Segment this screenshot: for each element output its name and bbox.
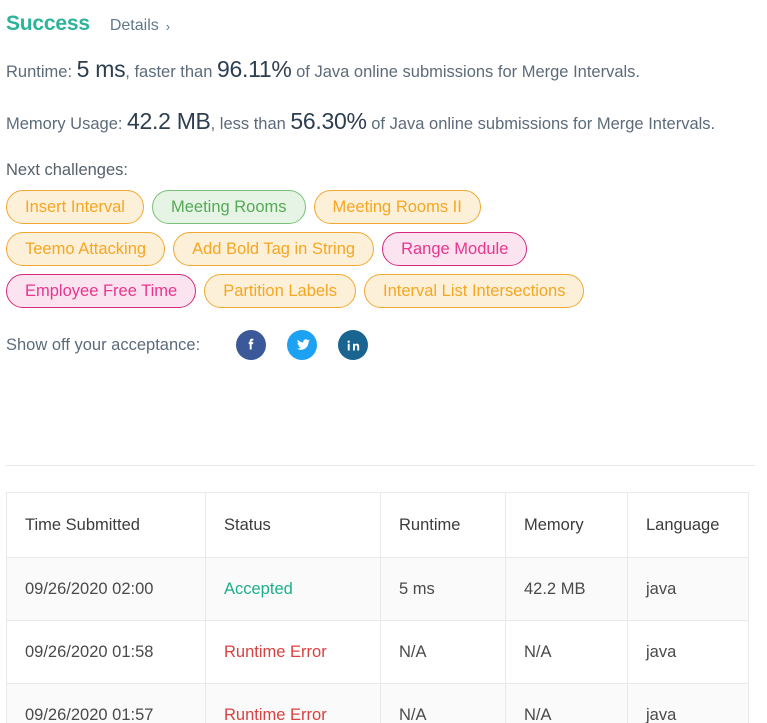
table-column-header: Memory xyxy=(505,492,628,558)
cell-runtime: N/A xyxy=(380,620,506,684)
submissions-table-wrap: Time Submitted Status Runtime Memory Languag… xyxy=(6,492,749,723)
twitter-icon[interactable] xyxy=(287,330,318,361)
table-header-row: Time Submitted Status Runtime Memory Languag… xyxy=(6,492,749,558)
memory-middle: , less than xyxy=(210,114,286,133)
cell-language: java xyxy=(627,620,749,684)
table-column-header: Status xyxy=(205,492,381,558)
challenge-row: Insert Interval Meeting Rooms Meeting Room… xyxy=(0,190,767,225)
memory-suffix: of Java online submissions for Merge Int… xyxy=(371,114,716,133)
facebook-icon[interactable] xyxy=(236,330,267,361)
stats-section: Runtime: 5 ms, faster than 96.11% of Jav… xyxy=(0,36,767,141)
cell-time-submitted: 09/26/2020 02:00 xyxy=(6,557,206,621)
challenge-pill[interactable]: Meeting Rooms xyxy=(151,190,306,225)
share-icon-group xyxy=(236,330,369,361)
challenge-pill[interactable]: Teemo Attacking xyxy=(6,232,166,267)
challenge-pill[interactable]: Range Module xyxy=(382,232,528,267)
runtime-stat: Runtime: 5 ms, faster than 96.11% of Jav… xyxy=(6,50,746,90)
runtime-middle: , faster than xyxy=(125,63,213,81)
cell-runtime: 5 ms xyxy=(380,557,506,621)
details-link[interactable]: Details › xyxy=(110,17,170,35)
cell-status-text[interactable]: Runtime Error xyxy=(224,706,327,723)
cell-memory: 42.2 MB xyxy=(505,557,628,621)
cell-language: java xyxy=(627,557,749,621)
table-row: 09/26/2020 02:00 Accepted 5 ms 42.2 MB java xyxy=(6,557,749,621)
cell-status-text[interactable]: Accepted xyxy=(224,580,293,598)
cell-memory: N/A xyxy=(505,620,628,684)
challenge-pill[interactable]: Meeting Rooms II xyxy=(313,190,481,225)
runtime-value: 5 ms xyxy=(76,56,126,82)
runtime-prefix: Runtime: xyxy=(6,63,73,81)
memory-stat: Memory Usage: 42.2 MB, less than 56.30% … xyxy=(6,102,746,142)
section-divider xyxy=(6,465,755,466)
table-column-header: Runtime xyxy=(380,492,506,558)
submission-result-page: Success Details › Runtime: 5 ms, faster … xyxy=(0,0,767,723)
challenge-row: Employee Free Time Partition Labels Interv… xyxy=(0,274,767,309)
cell-runtime: N/A xyxy=(380,683,506,723)
challenge-pill[interactable]: Partition Labels xyxy=(204,274,356,309)
cell-language: java xyxy=(627,683,749,723)
chevron-right-icon: › xyxy=(165,18,171,34)
submissions-table: Time Submitted Status Runtime Memory Languag… xyxy=(6,492,749,723)
runtime-percent: 96.11% xyxy=(217,56,292,82)
cell-status[interactable]: Accepted xyxy=(205,557,381,621)
challenge-row: Teemo Attacking Add Bold Tag in String Ran… xyxy=(0,232,767,267)
table-row: 09/26/2020 01:58 Runtime Error N/A N/A java xyxy=(6,620,749,684)
challenge-pill[interactable]: Add Bold Tag in String xyxy=(173,232,375,267)
table-row: 09/26/2020 01:57 Runtime Error N/A N/A java xyxy=(6,683,749,723)
linkedin-icon[interactable] xyxy=(338,330,369,361)
cell-status[interactable]: Runtime Error xyxy=(205,683,381,723)
details-label: Details xyxy=(109,17,159,34)
status-title: Success xyxy=(6,12,90,35)
table-column-header: Time Submitted xyxy=(6,492,206,558)
result-header: Success Details › xyxy=(0,0,767,36)
next-challenges-label: Next challenges: xyxy=(6,161,128,180)
memory-percent: 56.30% xyxy=(290,107,367,134)
challenge-pill[interactable]: Insert Interval xyxy=(6,190,144,225)
table-column-header: Language xyxy=(627,492,749,558)
table-body: 09/26/2020 02:00 Accepted 5 ms 42.2 MB java 0… xyxy=(6,557,749,723)
next-challenges-list: Insert Interval Meeting Rooms Meeting Room… xyxy=(0,180,767,309)
cell-memory: N/A xyxy=(505,683,628,723)
challenge-pill[interactable]: Interval List Intersections xyxy=(363,274,585,309)
memory-prefix: Memory Usage: xyxy=(6,114,123,133)
memory-value: 42.2 MB xyxy=(127,107,211,134)
cell-time-submitted: 09/26/2020 01:57 xyxy=(6,683,206,723)
share-section: Show off your acceptance: xyxy=(0,316,767,361)
cell-status-text[interactable]: Runtime Error xyxy=(224,643,327,661)
challenge-pill[interactable]: Employee Free Time xyxy=(6,274,197,309)
cell-status[interactable]: Runtime Error xyxy=(205,620,381,684)
share-label: Show off your acceptance: xyxy=(6,335,201,354)
cell-time-submitted: 09/26/2020 01:58 xyxy=(6,620,206,684)
runtime-suffix: of Java online submissions for Merge Int… xyxy=(296,63,641,81)
